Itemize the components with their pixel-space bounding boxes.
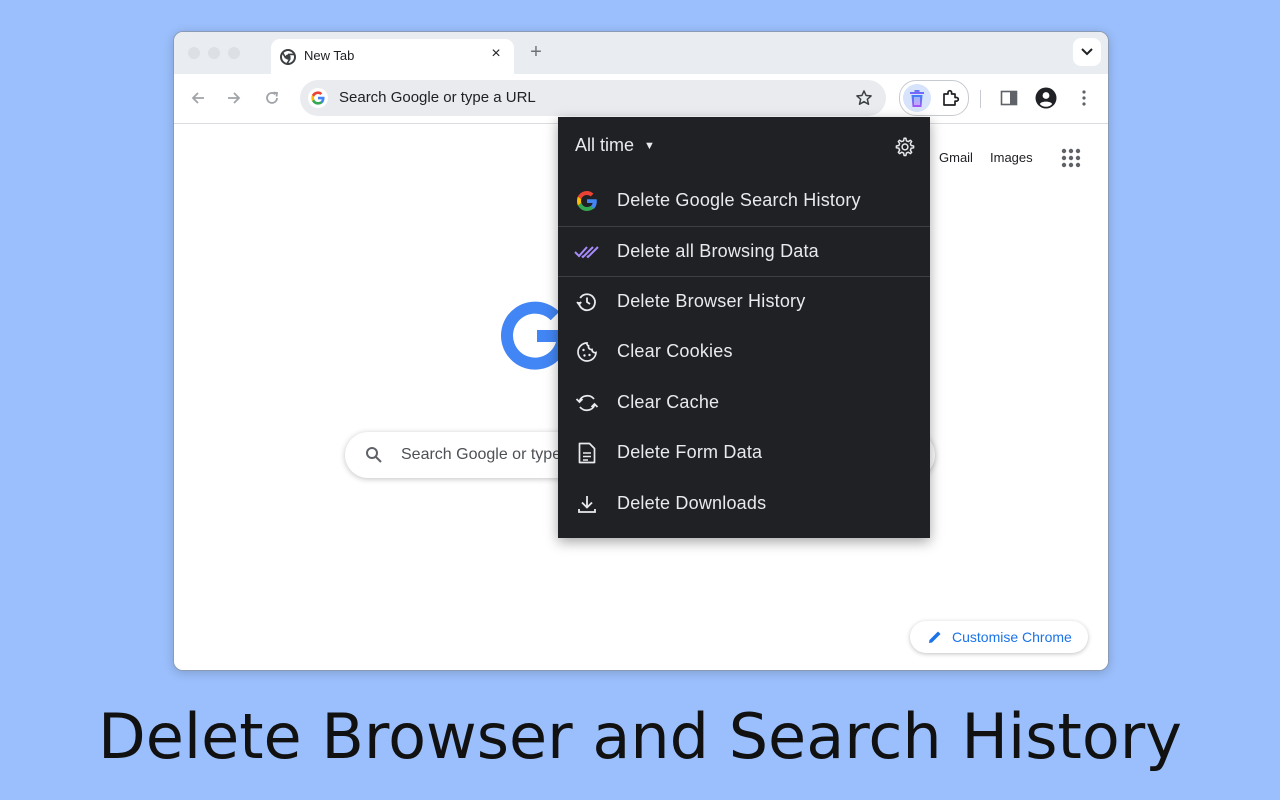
extension-pin-group bbox=[899, 80, 969, 116]
history-icon bbox=[574, 290, 600, 314]
apps-grid-icon[interactable] bbox=[1060, 147, 1082, 169]
cookie-icon bbox=[574, 340, 600, 364]
document-icon bbox=[574, 441, 600, 465]
popup-header: All time ▼ bbox=[558, 117, 930, 175]
chrome-icon bbox=[280, 49, 296, 65]
search-icon bbox=[366, 447, 382, 463]
side-panel-button[interactable] bbox=[998, 87, 1020, 109]
back-button[interactable] bbox=[186, 86, 210, 110]
menu-item-delete-browser-history[interactable]: Delete Browser History bbox=[558, 277, 930, 327]
extensions-button[interactable] bbox=[938, 85, 964, 111]
tab-new-tab[interactable]: New Tab × bbox=[271, 39, 514, 74]
gear-icon[interactable] bbox=[894, 136, 916, 158]
reload-button[interactable] bbox=[260, 86, 284, 110]
account-icon bbox=[1035, 87, 1057, 109]
time-range-dropdown[interactable]: All time ▼ bbox=[575, 135, 655, 156]
double-check-icon bbox=[574, 240, 600, 264]
window-minimize-dot[interactable] bbox=[208, 47, 220, 59]
menu-item-label: Delete Form Data bbox=[617, 442, 763, 462]
arrow-right-icon bbox=[228, 92, 241, 104]
extension-popup: All time ▼ Delete Google Search History … bbox=[558, 117, 930, 538]
tab-close-icon[interactable]: × bbox=[488, 46, 504, 62]
search-placeholder: Search Google or type bbox=[401, 446, 562, 463]
menu-item-delete-form-data[interactable]: Delete Form Data bbox=[558, 428, 930, 478]
menu-item-clear-cookies[interactable]: Clear Cookies bbox=[558, 327, 930, 377]
menu-item-label: Clear Cookies bbox=[617, 341, 733, 361]
menu-item-label: Clear Cache bbox=[617, 392, 720, 412]
tab-title: New Tab bbox=[304, 48, 355, 63]
more-vert-icon bbox=[1082, 90, 1086, 106]
menu-item-label: Delete Google Search History bbox=[617, 190, 861, 210]
omnibox-text: Search Google or type a URL bbox=[339, 89, 536, 106]
tab-strip: New Tab × + bbox=[174, 32, 1108, 74]
chrome-menu-button[interactable] bbox=[1073, 87, 1095, 109]
star-icon[interactable] bbox=[854, 88, 874, 108]
new-tab-button[interactable]: + bbox=[526, 42, 546, 63]
menu-item-label: Delete all Browsing Data bbox=[617, 241, 819, 261]
menu-item-delete-all-browsing-data[interactable]: Delete all Browsing Data bbox=[558, 227, 930, 277]
window-zoom-dot[interactable] bbox=[228, 47, 240, 59]
images-link[interactable]: Images bbox=[990, 150, 1033, 165]
promo-caption: Delete Browser and Search History bbox=[97, 700, 1182, 773]
reload-icon bbox=[266, 91, 279, 104]
window-close-dot[interactable] bbox=[188, 47, 200, 59]
tab-search-button[interactable] bbox=[1073, 38, 1101, 66]
download-icon bbox=[574, 492, 600, 516]
pencil-icon bbox=[929, 631, 941, 643]
chevron-down-icon bbox=[1081, 48, 1093, 56]
puzzle-icon bbox=[943, 89, 960, 106]
forward-button[interactable] bbox=[222, 86, 246, 110]
menu-item-delete-google-search-history[interactable]: Delete Google Search History bbox=[558, 176, 930, 226]
side-panel-icon bbox=[1000, 90, 1018, 106]
gmail-link[interactable]: Gmail bbox=[939, 150, 973, 165]
customise-chrome-button[interactable]: Customise Chrome bbox=[910, 621, 1088, 653]
google-g-icon bbox=[308, 88, 328, 108]
menu-item-clear-cache[interactable]: Clear Cache bbox=[558, 378, 930, 428]
arrow-left-icon bbox=[191, 92, 204, 104]
google-g-icon bbox=[574, 189, 600, 213]
trash-icon bbox=[910, 89, 924, 107]
refresh-icon bbox=[574, 391, 600, 415]
menu-item-label: Delete Browser History bbox=[617, 291, 806, 311]
toolbar-divider bbox=[980, 90, 981, 108]
time-range-value: All time bbox=[575, 135, 635, 155]
extension-trash-button[interactable] bbox=[903, 84, 931, 112]
caret-down-icon: ▼ bbox=[644, 139, 655, 152]
omnibox[interactable]: Search Google or type a URL bbox=[300, 80, 886, 116]
customise-label: Customise Chrome bbox=[952, 629, 1072, 645]
profile-button[interactable] bbox=[1035, 87, 1057, 109]
menu-item-delete-downloads[interactable]: Delete Downloads bbox=[558, 479, 930, 529]
menu-item-label: Delete Downloads bbox=[617, 493, 767, 513]
